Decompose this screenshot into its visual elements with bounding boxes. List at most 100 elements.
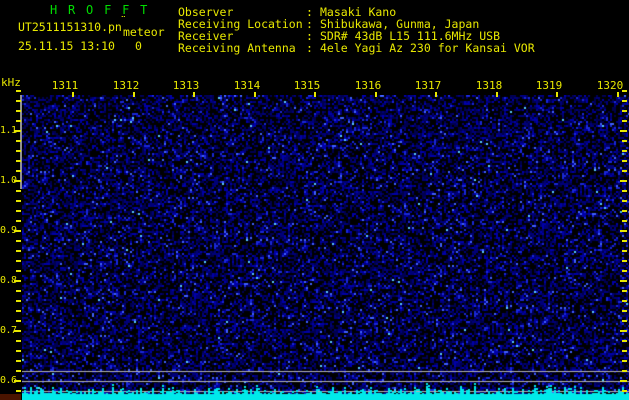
freq-label: 0.9 bbox=[0, 225, 17, 236]
freq-minor-tick bbox=[622, 320, 627, 322]
freq-label: 0.8 bbox=[0, 275, 17, 286]
freq-minor-tick bbox=[16, 110, 21, 112]
freq-minor-tick bbox=[622, 170, 627, 172]
time-label: 1311 bbox=[51, 79, 79, 92]
freq-minor-tick bbox=[622, 300, 627, 302]
freq-minor-tick bbox=[16, 390, 21, 392]
freq-minor-tick bbox=[16, 240, 21, 242]
freq-major-tick bbox=[14, 180, 21, 182]
freq-minor-tick bbox=[16, 120, 21, 122]
time-tick bbox=[254, 92, 256, 97]
time-label: 1316 bbox=[354, 79, 382, 92]
freq-major-tick bbox=[620, 380, 627, 382]
freq-minor-tick bbox=[622, 360, 627, 362]
freq-minor-tick bbox=[16, 250, 21, 252]
observation-datetime: 25.11.15 13:10 bbox=[18, 39, 115, 53]
freq-minor-tick bbox=[16, 90, 21, 92]
time-tick bbox=[375, 92, 377, 97]
freq-minor-tick bbox=[16, 200, 21, 202]
freq-minor-tick bbox=[622, 290, 627, 292]
freq-minor-tick bbox=[16, 370, 21, 372]
freq-major-tick bbox=[14, 230, 21, 232]
observation-filename: UT2511151310.pn bbox=[18, 20, 122, 34]
freq-label: 1.1 bbox=[0, 125, 17, 136]
time-label: 1315 bbox=[293, 79, 321, 92]
info-colon: : bbox=[306, 41, 313, 55]
freq-minor-tick bbox=[16, 190, 21, 192]
time-tick bbox=[496, 92, 498, 97]
freq-minor-tick bbox=[622, 120, 627, 122]
time-tick bbox=[314, 92, 316, 97]
freq-minor-tick bbox=[622, 390, 627, 392]
freq-axis-unit: kHz bbox=[1, 76, 21, 89]
freq-minor-tick bbox=[622, 220, 627, 222]
time-tick bbox=[133, 92, 135, 97]
bottom-left-red-mark bbox=[0, 394, 21, 400]
time-label: 1312 bbox=[112, 79, 140, 92]
freq-minor-tick bbox=[16, 160, 21, 162]
time-tick bbox=[193, 92, 195, 97]
freq-label: 1.0 bbox=[0, 175, 17, 186]
freq-major-tick bbox=[620, 230, 627, 232]
time-label: 1314 bbox=[233, 79, 261, 92]
freq-minor-tick bbox=[16, 170, 21, 172]
time-tick bbox=[556, 92, 558, 97]
freq-minor-tick bbox=[622, 260, 627, 262]
freq-major-tick bbox=[14, 130, 21, 132]
freq-minor-tick bbox=[16, 340, 21, 342]
freq-minor-tick bbox=[622, 210, 627, 212]
freq-label: 0.7 bbox=[0, 325, 17, 336]
freq-label: 0.6 bbox=[0, 375, 17, 386]
info-value: 4ele Yagi Az 230 for Kansai VOR bbox=[320, 41, 535, 55]
meteor-count-value: 0 bbox=[135, 39, 142, 53]
freq-minor-tick bbox=[622, 350, 627, 352]
freq-minor-tick bbox=[622, 370, 627, 372]
time-tick bbox=[72, 92, 74, 97]
freq-minor-tick bbox=[16, 320, 21, 322]
freq-major-tick bbox=[14, 280, 21, 282]
freq-minor-tick bbox=[622, 100, 627, 102]
freq-minor-tick bbox=[16, 290, 21, 292]
time-label: 1317 bbox=[414, 79, 442, 92]
time-label: 1320 bbox=[596, 79, 624, 92]
freq-minor-tick bbox=[622, 340, 627, 342]
freq-minor-tick bbox=[16, 100, 21, 102]
freq-minor-tick bbox=[622, 310, 627, 312]
freq-minor-tick bbox=[622, 190, 627, 192]
info-row-receiving-antenna: Receiving Antenna:4ele Yagi Az 230 for K… bbox=[178, 42, 535, 54]
freq-major-tick bbox=[620, 130, 627, 132]
freq-minor-tick bbox=[16, 360, 21, 362]
freq-major-tick bbox=[14, 330, 21, 332]
freq-minor-tick bbox=[622, 150, 627, 152]
time-label: 1318 bbox=[475, 79, 503, 92]
freq-major-tick bbox=[620, 330, 627, 332]
freq-major-tick bbox=[620, 280, 627, 282]
freq-minor-tick bbox=[622, 110, 627, 112]
freq-minor-tick bbox=[622, 270, 627, 272]
freq-minor-tick bbox=[16, 350, 21, 352]
freq-minor-tick bbox=[16, 270, 21, 272]
info-label: Receiving Antenna bbox=[178, 41, 296, 55]
freq-minor-tick bbox=[16, 140, 21, 142]
freq-minor-tick bbox=[16, 150, 21, 152]
freq-minor-tick bbox=[16, 260, 21, 262]
time-tick bbox=[435, 92, 437, 97]
spectrogram-canvas bbox=[22, 95, 629, 400]
app-title: HROFFT bbox=[50, 3, 159, 17]
time-label: 1319 bbox=[535, 79, 563, 92]
freq-minor-tick bbox=[16, 310, 21, 312]
time-label: 1313 bbox=[172, 79, 200, 92]
freq-major-tick bbox=[620, 180, 627, 182]
freq-minor-tick bbox=[622, 200, 627, 202]
freq-minor-tick bbox=[16, 300, 21, 302]
freq-minor-tick bbox=[622, 250, 627, 252]
freq-minor-tick bbox=[622, 240, 627, 242]
freq-major-tick bbox=[14, 380, 21, 382]
meteor-count-label: meteor bbox=[123, 25, 165, 39]
freq-minor-tick bbox=[622, 160, 627, 162]
freq-minor-tick bbox=[16, 210, 21, 212]
freq-minor-tick bbox=[16, 220, 21, 222]
hrofft-window: HROFFT UT2511151310.pn ¨ meteor 25.11.15… bbox=[0, 0, 629, 400]
freq-minor-tick bbox=[622, 140, 627, 142]
time-tick bbox=[617, 92, 619, 97]
